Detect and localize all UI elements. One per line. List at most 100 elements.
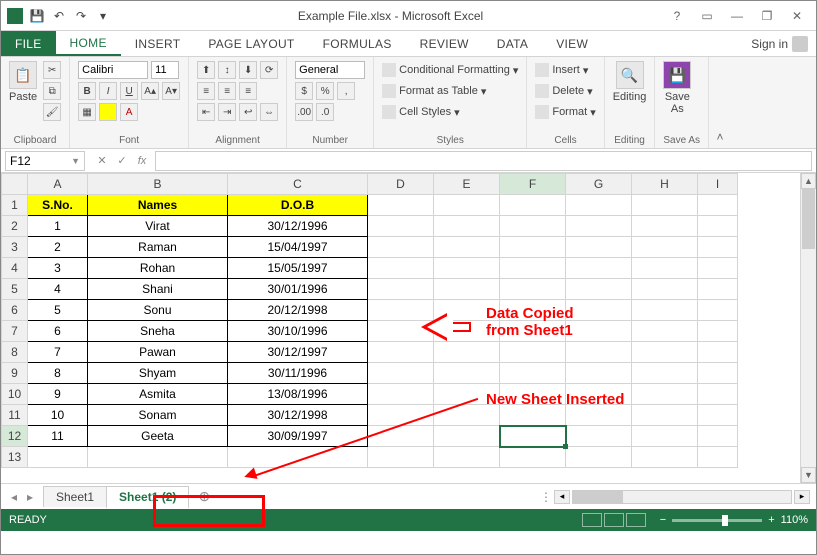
column-header-F[interactable]: F [500,174,566,195]
cell-E8[interactable] [434,342,500,363]
cell-D5[interactable] [368,279,434,300]
cell-F13[interactable] [500,447,566,468]
cell-A7[interactable]: 6 [28,321,88,342]
cell-G12[interactable] [566,426,632,447]
cell-E9[interactable] [434,363,500,384]
column-header-A[interactable]: A [28,174,88,195]
tab-formulas[interactable]: FORMULAS [309,31,406,56]
font-color-button[interactable]: A [120,103,138,121]
cell-A11[interactable]: 10 [28,405,88,426]
cell-G4[interactable] [566,258,632,279]
cell-E1[interactable] [434,195,500,216]
editing-button[interactable]: 🔍Editing [613,61,647,103]
fx-icon[interactable]: fx [133,152,151,170]
cell-C8[interactable]: 30/12/1997 [228,342,368,363]
cell-C2[interactable]: 30/12/1996 [228,216,368,237]
cell-D4[interactable] [368,258,434,279]
row-header-1[interactable]: 1 [2,195,28,216]
scroll-thumb[interactable] [802,189,815,249]
cell-A8[interactable]: 7 [28,342,88,363]
zoom-control[interactable]: − + 110% [660,514,808,526]
cell-B10[interactable]: Asmita [88,384,228,405]
zoom-level[interactable]: 110% [781,514,808,526]
tab-page-layout[interactable]: PAGE LAYOUT [194,31,308,56]
cell-H12[interactable] [632,426,698,447]
number-format-select[interactable] [295,61,365,79]
column-header-D[interactable]: D [368,174,434,195]
row-header-5[interactable]: 5 [2,279,28,300]
column-header-H[interactable]: H [632,174,698,195]
cell-D12[interactable] [368,426,434,447]
cell-D10[interactable] [368,384,434,405]
cell-H5[interactable] [632,279,698,300]
cancel-formula-icon[interactable]: ✕ [93,152,111,170]
cell-G1[interactable] [566,195,632,216]
column-header-G[interactable]: G [566,174,632,195]
format-cells-button[interactable]: Format ▾ [535,103,595,121]
align-middle-button[interactable]: ↕ [218,61,236,79]
column-header-I[interactable]: I [698,174,738,195]
cell-B1[interactable]: Names [88,195,228,216]
cell-G3[interactable] [566,237,632,258]
cell-G2[interactable] [566,216,632,237]
cell-G6[interactable] [566,300,632,321]
worksheet-grid[interactable]: ABCDEFGHI1S.No.NamesD.O.B21Virat30/12/19… [1,173,816,483]
cell-A12[interactable]: 11 [28,426,88,447]
cell-I3[interactable] [698,237,738,258]
row-header-3[interactable]: 3 [2,237,28,258]
cell-I9[interactable] [698,363,738,384]
cell-I11[interactable] [698,405,738,426]
zoom-slider[interactable] [672,519,762,522]
close-icon[interactable]: ✕ [784,6,810,26]
row-header-8[interactable]: 8 [2,342,28,363]
orientation-button[interactable]: ⟳ [260,61,278,79]
cell-C13[interactable] [228,447,368,468]
align-top-button[interactable]: ⬆ [197,61,215,79]
horizontal-scrollbar[interactable]: ⋮ ◂ ▸ [214,490,816,504]
cell-B11[interactable]: Sonam [88,405,228,426]
cell-B7[interactable]: Sneha [88,321,228,342]
normal-view-icon[interactable] [582,513,602,527]
cell-C7[interactable]: 30/10/1996 [228,321,368,342]
tab-review[interactable]: REVIEW [406,31,483,56]
cell-F12[interactable] [500,426,566,447]
cell-F1[interactable] [500,195,566,216]
row-header-12[interactable]: 12 [2,426,28,447]
sheet-nav-prev-icon[interactable]: ◂ [7,490,21,504]
row-header-7[interactable]: 7 [2,321,28,342]
cell-B6[interactable]: Sonu [88,300,228,321]
cell-F6[interactable] [500,300,566,321]
row-header-9[interactable]: 9 [2,363,28,384]
help-icon[interactable]: ? [664,6,690,26]
cell-H6[interactable] [632,300,698,321]
conditional-formatting-button[interactable]: Conditional Formatting ▾ [382,61,518,79]
cell-G8[interactable] [566,342,632,363]
scroll-down-icon[interactable]: ▼ [801,467,816,483]
tab-file[interactable]: FILE [1,31,56,56]
cell-C9[interactable]: 30/11/1996 [228,363,368,384]
cell-H10[interactable] [632,384,698,405]
cell-F7[interactable] [500,321,566,342]
cell-D11[interactable] [368,405,434,426]
redo-icon[interactable]: ↷ [73,8,89,24]
cell-D8[interactable] [368,342,434,363]
page-break-view-icon[interactable] [626,513,646,527]
tab-home[interactable]: HOME [56,31,121,56]
cell-H7[interactable] [632,321,698,342]
cell-F9[interactable] [500,363,566,384]
cell-E2[interactable] [434,216,500,237]
cell-F11[interactable] [500,405,566,426]
align-right-button[interactable]: ≡ [239,82,257,100]
formula-input[interactable] [155,151,812,171]
cell-C4[interactable]: 15/05/1997 [228,258,368,279]
align-center-button[interactable]: ≡ [218,82,236,100]
align-bottom-button[interactable]: ⬇ [239,61,257,79]
merge-button[interactable]: ⇔ [260,103,278,121]
row-header-13[interactable]: 13 [2,447,28,468]
cell-F4[interactable] [500,258,566,279]
cell-B8[interactable]: Pawan [88,342,228,363]
cell-H2[interactable] [632,216,698,237]
cell-B4[interactable]: Rohan [88,258,228,279]
cell-H1[interactable] [632,195,698,216]
cell-C10[interactable]: 13/08/1996 [228,384,368,405]
